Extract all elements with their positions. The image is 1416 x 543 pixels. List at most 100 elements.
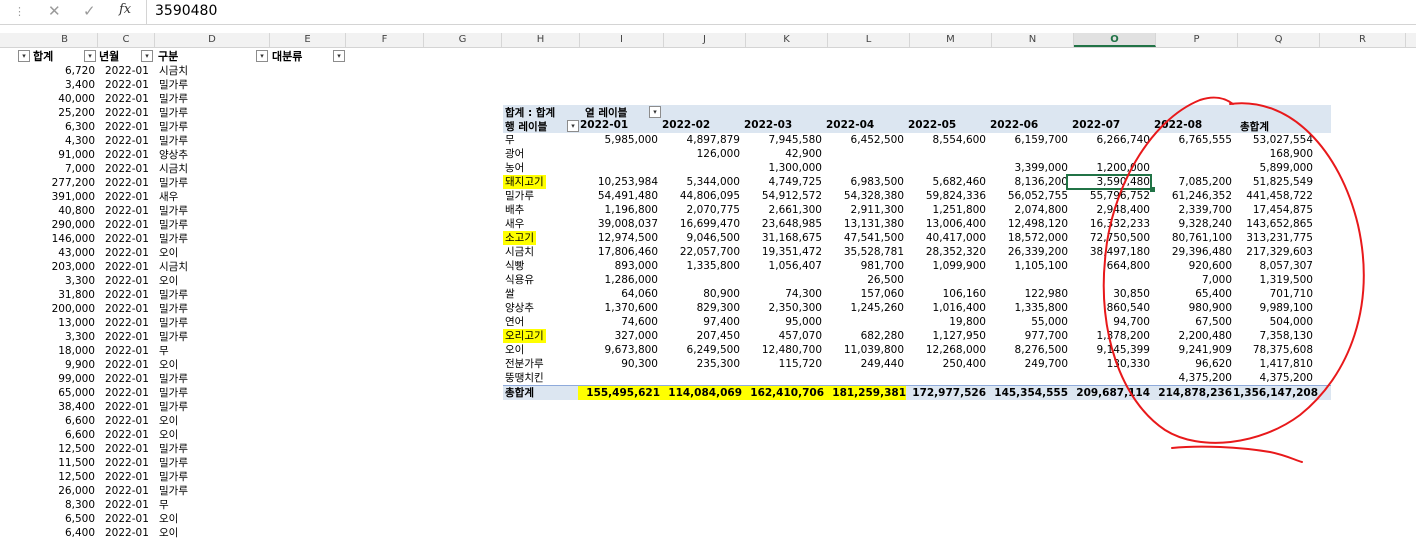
column-header-c[interactable]: C	[98, 33, 155, 47]
category-cell[interactable]: 밀가루	[159, 470, 188, 484]
pivot-value-cell[interactable]: 6,266,740	[1070, 133, 1150, 147]
grand-total-cell[interactable]: 9,989,100	[1233, 301, 1313, 315]
amount-cell[interactable]: 11,500	[0, 456, 95, 470]
category-cell[interactable]: 시금치	[159, 162, 188, 176]
pivot-value-cell[interactable]: 6,452,500	[824, 133, 904, 147]
category-cell[interactable]: 밀가루	[159, 120, 188, 134]
amount-cell[interactable]: 12,500	[0, 470, 95, 484]
pivot-value-cell[interactable]: 155,495,621	[578, 386, 660, 400]
amount-cell[interactable]: 290,000	[0, 218, 95, 232]
year-month-cell[interactable]: 2022-01	[105, 78, 149, 92]
pivot-row-label[interactable]: 새우	[503, 217, 526, 231]
pivot-value-cell[interactable]: 1,245,260	[824, 301, 904, 315]
amount-cell[interactable]: 277,200	[0, 176, 95, 190]
pivot-value-cell[interactable]: 7,085,200	[1152, 175, 1232, 189]
category-cell[interactable]: 밀가루	[159, 134, 188, 148]
pivot-value-cell[interactable]: 1,286,000	[578, 273, 658, 287]
year-month-cell[interactable]: 2022-01	[105, 120, 149, 134]
category-cell[interactable]: 시금치	[159, 260, 188, 274]
filter-dropdown-e[interactable]: ▾	[256, 50, 268, 62]
category-cell[interactable]: 밀가루	[159, 456, 188, 470]
pivot-value-cell[interactable]: 130,330	[1070, 357, 1150, 371]
pivot-row-label[interactable]: 양상추	[503, 301, 536, 315]
pivot-value-cell[interactable]: 2,350,300	[742, 301, 822, 315]
year-month-cell[interactable]: 2022-01	[105, 274, 149, 288]
pivot-value-cell[interactable]: 26,339,200	[988, 245, 1068, 259]
pivot-value-cell[interactable]: 61,246,352	[1152, 189, 1232, 203]
amount-cell[interactable]: 38,400	[0, 400, 95, 414]
year-month-cell[interactable]: 2022-01	[105, 148, 149, 162]
column-header-j[interactable]: J	[664, 33, 746, 47]
fill-handle[interactable]	[1150, 187, 1155, 192]
pivot-value-cell[interactable]: 94,700	[1070, 315, 1150, 329]
amount-cell[interactable]: 25,200	[0, 106, 95, 120]
pivot-value-cell[interactable]: 1,251,800	[906, 203, 986, 217]
amount-cell[interactable]: 9,900	[0, 358, 95, 372]
column-header-i[interactable]: I	[580, 33, 664, 47]
category-cell[interactable]: 밀가루	[159, 442, 188, 456]
pivot-value-cell[interactable]: 1,056,407	[742, 259, 822, 273]
pivot-row-label[interactable]: 식빵	[503, 259, 526, 273]
pivot-value-cell[interactable]: 11,039,800	[824, 343, 904, 357]
column-header-n[interactable]: N	[992, 33, 1074, 47]
pivot-value-cell[interactable]: 214,878,236	[1152, 386, 1232, 400]
category-cell[interactable]: 새우	[159, 190, 178, 204]
pivot-value-cell[interactable]: 4,375,200	[1152, 371, 1232, 385]
category-cell[interactable]: 밀가루	[159, 232, 188, 246]
year-month-cell[interactable]: 2022-01	[105, 246, 149, 260]
year-month-cell[interactable]: 2022-01	[105, 288, 149, 302]
grand-total-cell[interactable]: 5,899,000	[1233, 161, 1313, 175]
column-header-m[interactable]: M	[910, 33, 992, 47]
category-cell[interactable]: 오이	[159, 358, 178, 372]
pivot-value-cell[interactable]: 9,046,500	[660, 231, 740, 245]
pivot-value-cell[interactable]: 47,541,500	[824, 231, 904, 245]
column-header-p[interactable]: P	[1156, 33, 1238, 47]
year-month-cell[interactable]: 2022-01	[105, 372, 149, 386]
column-header-g[interactable]: G	[424, 33, 502, 47]
column-header-f[interactable]: F	[346, 33, 424, 47]
grand-total-cell[interactable]: 143,652,865	[1233, 217, 1313, 231]
pivot-row-label[interactable]: 배추	[503, 203, 526, 217]
pivot-row-label[interactable]: 오이	[503, 343, 526, 357]
pivot-value-cell[interactable]: 209,687,114	[1070, 386, 1150, 400]
pivot-value-cell[interactable]: 64,060	[578, 287, 658, 301]
pivot-value-cell[interactable]: 664,800	[1070, 259, 1150, 273]
year-month-cell[interactable]: 2022-01	[105, 218, 149, 232]
column-header-r[interactable]: R	[1320, 33, 1406, 47]
grand-total-cell[interactable]: 701,710	[1233, 287, 1313, 301]
pivot-value-cell[interactable]: 1,016,400	[906, 301, 986, 315]
amount-cell[interactable]: 12,500	[0, 442, 95, 456]
category-cell[interactable]: 밀가루	[159, 302, 188, 316]
grand-total-cell[interactable]: 51,825,549	[1233, 175, 1313, 189]
amount-cell[interactable]: 203,000	[0, 260, 95, 274]
pivot-value-cell[interactable]: 80,761,100	[1152, 231, 1232, 245]
column-header-k[interactable]: K	[746, 33, 828, 47]
pivot-total-label[interactable]: 총합계	[503, 386, 536, 400]
year-month-cell[interactable]: 2022-01	[105, 106, 149, 120]
pivot-value-cell[interactable]: 6,249,500	[660, 343, 740, 357]
pivot-value-cell[interactable]: 249,700	[988, 357, 1068, 371]
pivot-value-cell[interactable]: 5,985,000	[578, 133, 658, 147]
pivot-value-cell[interactable]: 97,400	[660, 315, 740, 329]
category-cell[interactable]: 오이	[159, 428, 178, 442]
category-cell[interactable]: 밀가루	[159, 92, 188, 106]
pivot-value-cell[interactable]: 59,824,336	[906, 189, 986, 203]
pivot-value-cell[interactable]: 56,052,755	[988, 189, 1068, 203]
amount-cell[interactable]: 6,500	[0, 512, 95, 526]
amount-cell[interactable]: 200,000	[0, 302, 95, 316]
pivot-value-cell[interactable]: 39,008,037	[578, 217, 658, 231]
column-header-l[interactable]: L	[828, 33, 910, 47]
column-header-q[interactable]: Q	[1238, 33, 1320, 47]
filter-dropdown-f[interactable]: ▾	[333, 50, 345, 62]
amount-cell[interactable]: 6,400	[0, 526, 95, 540]
column-header-d[interactable]: D	[155, 33, 270, 47]
pivot-value-cell[interactable]: 126,000	[660, 147, 740, 161]
pivot-value-cell[interactable]: 106,160	[906, 287, 986, 301]
amount-cell[interactable]: 3,300	[0, 330, 95, 344]
amount-cell[interactable]: 18,000	[0, 344, 95, 358]
amount-cell[interactable]: 13,000	[0, 316, 95, 330]
pivot-value-cell[interactable]: 38,497,180	[1070, 245, 1150, 259]
grand-total-cell[interactable]: 53,027,554	[1233, 133, 1313, 147]
pivot-row-label[interactable]: 오리고기	[503, 329, 546, 343]
pivot-value-cell[interactable]: 893,000	[578, 259, 658, 273]
